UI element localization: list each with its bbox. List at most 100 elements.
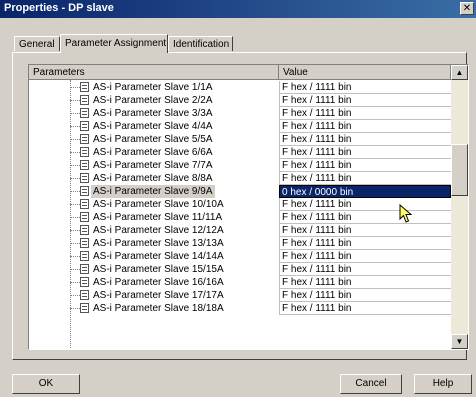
parameter-name[interactable]: AS-i Parameter Slave 2/2A: [91, 94, 215, 107]
parameter-item-icon: [80, 290, 89, 300]
parameter-item-icon: [80, 238, 89, 248]
parameter-name[interactable]: AS-i Parameter Slave 16/16A: [91, 276, 226, 289]
table-row[interactable]: AS-i Parameter Slave 6/6A F hex / 1111 bi…: [29, 146, 451, 159]
parameter-item-icon: [80, 199, 89, 209]
parameter-value[interactable]: F hex / 1111 bin: [279, 120, 451, 133]
parameter-value[interactable]: F hex / 1111 bin: [279, 94, 451, 107]
parameter-value[interactable]: F hex / 1111 bin: [279, 172, 451, 185]
tab-general[interactable]: General: [14, 36, 60, 51]
ok-button[interactable]: OK: [12, 374, 80, 394]
tree-branch-line: [70, 308, 80, 309]
parameter-value[interactable]: F hex / 1111 bin: [279, 263, 451, 276]
parameter-value[interactable]: F hex / 1111 bin: [279, 159, 451, 172]
parameter-item-icon: [80, 251, 89, 261]
scroll-up-icon: ▲: [455, 68, 464, 77]
table-row[interactable]: AS-i Parameter Slave 16/16A F hex / 1111 …: [29, 276, 451, 289]
parameter-name[interactable]: AS-i Parameter Slave 1/1A: [91, 81, 215, 94]
tree-branch-line: [70, 230, 80, 231]
parameter-value[interactable]: F hex / 1111 bin: [279, 81, 451, 94]
tree-branch-line: [70, 152, 80, 153]
table-row[interactable]: AS-i Parameter Slave 15/15A F hex / 1111 …: [29, 263, 451, 276]
tree-branch-line: [70, 217, 80, 218]
parameter-item-icon: [80, 212, 89, 222]
tab-parameter-assignment[interactable]: Parameter Assignment: [60, 34, 168, 53]
parameter-value[interactable]: F hex / 1111 bin: [279, 302, 451, 315]
parameter-value[interactable]: F hex / 1111 bin: [279, 211, 451, 224]
parameter-name[interactable]: AS-i Parameter Slave 18/18A: [91, 302, 226, 315]
parameter-item-icon: [80, 82, 89, 92]
parameter-item-icon: [80, 173, 89, 183]
table-row[interactable]: AS-i Parameter Slave 13/13A F hex / 1111 …: [29, 237, 451, 250]
table-row[interactable]: AS-i Parameter Slave 3/3A F hex / 1111 bi…: [29, 107, 451, 120]
parameter-name[interactable]: AS-i Parameter Slave 7/7A: [91, 159, 215, 172]
table-row[interactable]: AS-i Parameter Slave 12/12A F hex / 1111 …: [29, 224, 451, 237]
vertical-scrollbar[interactable]: ▲ ▼: [451, 65, 468, 349]
parameter-value[interactable]: F hex / 1111 bin: [279, 133, 451, 146]
parameter-item-icon: [80, 147, 89, 157]
tree-branch-line: [70, 243, 80, 244]
parameter-item-icon: [80, 160, 89, 170]
tree-branch-line: [70, 87, 80, 88]
tree-branch-line: [70, 126, 80, 127]
column-header-value[interactable]: Value: [279, 65, 451, 80]
table-row[interactable]: AS-i Parameter Slave 1/1A F hex / 1111 bi…: [29, 81, 451, 94]
table-row[interactable]: AS-i Parameter Slave 4/4A F hex / 1111 bi…: [29, 120, 451, 133]
table-row[interactable]: AS-i Parameter Slave 18/18A F hex / 1111 …: [29, 302, 451, 315]
tree-branch-line: [70, 165, 80, 166]
tree-branch-line: [70, 295, 80, 296]
parameter-value[interactable]: F hex / 1111 bin: [279, 250, 451, 263]
parameter-value[interactable]: F hex / 1111 bin: [279, 224, 451, 237]
scroll-up-button[interactable]: ▲: [451, 65, 468, 80]
parameter-name[interactable]: AS-i Parameter Slave 3/3A: [91, 107, 215, 120]
tree-branch-line: [70, 282, 80, 283]
help-button[interactable]: Help: [414, 374, 472, 394]
parameter-name[interactable]: AS-i Parameter Slave 14/14A: [91, 250, 226, 263]
table-row[interactable]: AS-i Parameter Slave 5/5A F hex / 1111 bi…: [29, 133, 451, 146]
column-header-parameters[interactable]: Parameters: [29, 65, 279, 80]
parameter-name[interactable]: AS-i Parameter Slave 12/12A: [91, 224, 226, 237]
tree-branch-line: [70, 204, 80, 205]
parameter-name[interactable]: AS-i Parameter Slave 15/15A: [91, 263, 226, 276]
parameter-value[interactable]: F hex / 1111 bin: [279, 107, 451, 120]
scroll-down-icon: ▼: [455, 337, 464, 346]
parameter-item-icon: [80, 186, 89, 196]
tree-branch-line: [70, 178, 80, 179]
parameter-item-icon: [80, 303, 89, 313]
table-row[interactable]: AS-i Parameter Slave 2/2A F hex / 1111 bi…: [29, 94, 451, 107]
parameter-name[interactable]: AS-i Parameter Slave 6/6A: [91, 146, 215, 159]
tree-branch-line: [70, 139, 80, 140]
parameter-value[interactable]: F hex / 1111 bin: [279, 237, 451, 250]
parameter-name[interactable]: AS-i Parameter Slave 9/9A: [91, 185, 215, 198]
parameter-name[interactable]: AS-i Parameter Slave 10/10A: [91, 198, 226, 211]
parameter-item-icon: [80, 277, 89, 287]
cancel-button[interactable]: Cancel: [340, 374, 402, 394]
parameter-value[interactable]: F hex / 1111 bin: [279, 289, 451, 302]
parameter-item-icon: [80, 95, 89, 105]
table-row[interactable]: AS-i Parameter Slave 8/8A F hex / 1111 bi…: [29, 172, 451, 185]
parameter-name[interactable]: AS-i Parameter Slave 8/8A: [91, 172, 215, 185]
parameter-item-icon: [80, 264, 89, 274]
scroll-thumb[interactable]: [451, 144, 468, 196]
parameter-name[interactable]: AS-i Parameter Slave 17/17A: [91, 289, 226, 302]
tab-identification[interactable]: Identification: [168, 36, 233, 51]
parameter-name[interactable]: AS-i Parameter Slave 13/13A: [91, 237, 226, 250]
title-bar: Properties - DP slave ✕: [0, 0, 476, 18]
parameter-value[interactable]: F hex / 1111 bin: [279, 276, 451, 289]
scroll-down-button[interactable]: ▼: [451, 334, 468, 349]
parameter-value[interactable]: 0 hex / 0000 bin: [279, 185, 451, 198]
table-row[interactable]: AS-i Parameter Slave 11/11A F hex / 1111 …: [29, 211, 451, 224]
table-row[interactable]: AS-i Parameter Slave 17/17A F hex / 1111 …: [29, 289, 451, 302]
parameter-value[interactable]: F hex / 1111 bin: [279, 198, 451, 211]
table-row[interactable]: AS-i Parameter Slave 9/9A 0 hex / 0000 bi…: [29, 185, 451, 198]
tree-branch-line: [70, 191, 80, 192]
table-row[interactable]: AS-i Parameter Slave 10/10A F hex / 1111 …: [29, 198, 451, 211]
parameter-item-icon: [80, 108, 89, 118]
parameter-name[interactable]: AS-i Parameter Slave 11/11A: [91, 211, 224, 224]
close-icon: ✕: [462, 3, 472, 14]
parameter-value[interactable]: F hex / 1111 bin: [279, 146, 451, 159]
parameter-name[interactable]: AS-i Parameter Slave 4/4A: [91, 120, 215, 133]
close-button[interactable]: ✕: [460, 2, 474, 15]
table-row[interactable]: AS-i Parameter Slave 14/14A F hex / 1111 …: [29, 250, 451, 263]
parameter-name[interactable]: AS-i Parameter Slave 5/5A: [91, 133, 215, 146]
table-row[interactable]: AS-i Parameter Slave 7/7A F hex / 1111 bi…: [29, 159, 451, 172]
